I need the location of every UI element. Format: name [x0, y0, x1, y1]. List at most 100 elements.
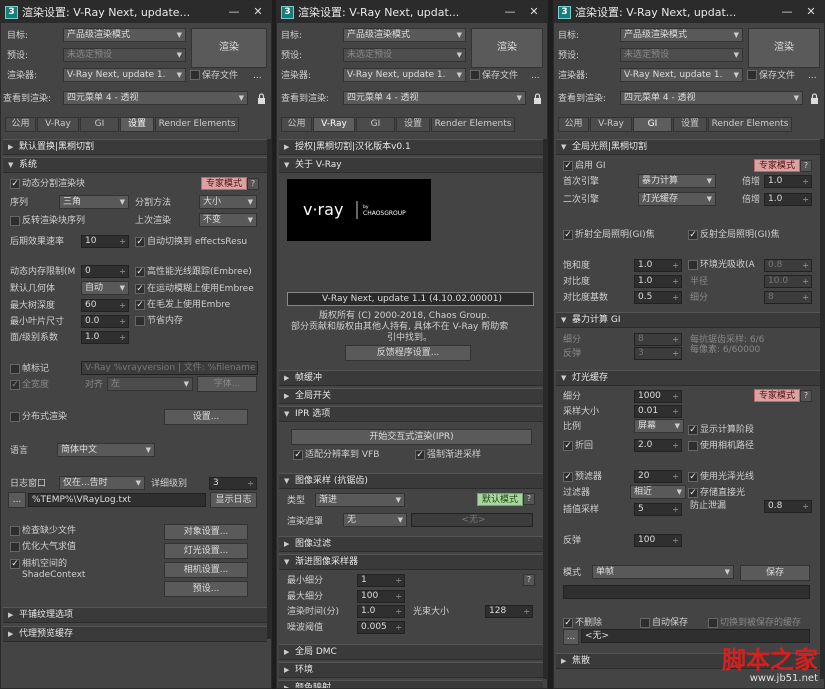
- tab-render-elements[interactable]: Render Elements: [155, 117, 239, 132]
- language-dropdown[interactable]: 简体中文: [57, 443, 155, 457]
- section-system[interactable]: ▼ 系统: [3, 157, 267, 173]
- sample-size-spinner[interactable]: 0.01: [634, 405, 682, 418]
- tab-common[interactable]: 公用: [5, 117, 36, 132]
- section-light-cache[interactable]: ▼ 灯光缓存: [556, 370, 820, 386]
- contrast-spinner[interactable]: 1.0: [634, 275, 682, 288]
- save-button[interactable]: 保存: [740, 565, 810, 581]
- tab-settings[interactable]: 设置: [120, 117, 154, 132]
- object-settings-button[interactable]: 对象设置...: [164, 524, 248, 540]
- default-geometry-dropdown[interactable]: 自动: [81, 281, 129, 295]
- high-perf-raytrace-checkbox[interactable]: ✓: [135, 267, 145, 277]
- ambient-occlusion-checkbox[interactable]: [688, 260, 698, 270]
- section-license[interactable]: ▶ 授权|黑桐切割|汉化版本v0.1: [279, 139, 543, 155]
- post-effects-spinner[interactable]: 10: [81, 235, 129, 248]
- renderer-dropdown[interactable]: V-Ray Next, update 1.: [63, 68, 186, 82]
- show-calc-phase-checkbox[interactable]: ✓: [688, 425, 698, 435]
- preset-dropdown[interactable]: 未选定预设: [620, 48, 743, 62]
- section-ipr-options[interactable]: ▼ IPR 选项: [279, 406, 543, 422]
- align-dropdown[interactable]: 左: [107, 377, 193, 391]
- prefilter-checkbox[interactable]: ✓: [563, 472, 573, 482]
- noise-threshold-spinner[interactable]: 0.005: [357, 621, 405, 634]
- radius-spinner[interactable]: 10.0: [764, 275, 812, 288]
- fit-vfb-checkbox[interactable]: ✓: [293, 450, 303, 460]
- render-button[interactable]: 渲染: [191, 28, 267, 68]
- scrollbar[interactable]: [820, 139, 824, 679]
- tab-gi[interactable]: GI: [356, 117, 395, 132]
- start-ipr-button[interactable]: 开始交互式渲染(IPR): [291, 429, 532, 445]
- render-button[interactable]: 渲染: [471, 28, 543, 68]
- save-file-checkbox[interactable]: [747, 70, 757, 80]
- view-dropdown[interactable]: 四元菜单 4 - 透视: [63, 91, 248, 105]
- feedback-settings-button[interactable]: 反馈程序设置...: [345, 345, 471, 361]
- close-icon[interactable]: ✕: [800, 3, 822, 20]
- save-file-checkbox[interactable]: [470, 70, 480, 80]
- save-file-browse[interactable]: ...: [253, 70, 262, 82]
- scrollbar[interactable]: [267, 139, 271, 639]
- section-global-illumination[interactable]: ▼ 全局光照|黑桐切割: [556, 139, 820, 155]
- tab-common[interactable]: 公用: [281, 117, 312, 132]
- ao-subdivs-spinner[interactable]: 8: [764, 291, 812, 304]
- secondary-multiplier-spinner[interactable]: 1.0: [764, 193, 812, 206]
- prefilter-spinner[interactable]: 20: [634, 470, 682, 483]
- lc-bounces-spinner[interactable]: 100: [634, 534, 682, 547]
- frame-stamp-text[interactable]: V-Ray %vrayversion | 文件: %filename: [81, 361, 258, 375]
- scale-dropdown[interactable]: 屏幕: [634, 419, 684, 433]
- camera-settings-button[interactable]: 相机设置...: [164, 562, 248, 578]
- help-icon[interactable]: ?: [800, 160, 812, 172]
- preset-dropdown[interactable]: 未选定预设: [63, 48, 186, 62]
- store-direct-light-checkbox[interactable]: ✓: [688, 488, 698, 498]
- auto-switch-checkbox[interactable]: ✓: [135, 237, 145, 247]
- max-subdivs-spinner[interactable]: 100: [357, 590, 405, 603]
- save-memory-checkbox[interactable]: [135, 316, 145, 326]
- help-icon[interactable]: ?: [523, 493, 535, 505]
- tab-render-elements[interactable]: Render Elements: [431, 117, 515, 132]
- camera-space-checkbox[interactable]: ✓: [10, 559, 20, 569]
- dynamic-split-checkbox[interactable]: ✓: [10, 179, 20, 189]
- interp-samples-spinner[interactable]: 5: [634, 503, 682, 516]
- section-global-switches[interactable]: ▶ 全局开关: [279, 388, 543, 404]
- switch-saved-checkbox[interactable]: [708, 618, 718, 628]
- minimize-icon[interactable]: —: [499, 3, 521, 20]
- leak-prevention-spinner[interactable]: 0.8: [764, 500, 812, 513]
- section-about-vray[interactable]: ▼ 关于 V-Ray: [279, 157, 543, 173]
- render-mask-dropdown[interactable]: 无: [343, 513, 407, 527]
- tab-gi[interactable]: GI: [633, 117, 672, 132]
- tab-common[interactable]: 公用: [558, 117, 589, 132]
- log-browse-button[interactable]: ...: [8, 492, 26, 508]
- section-progressive-sampler[interactable]: ▼ 渐进图像采样器: [279, 554, 543, 570]
- expert-mode-badge[interactable]: 专家模式: [754, 159, 801, 172]
- lc-subdivs-spinner[interactable]: 1000: [634, 390, 682, 403]
- log-window-dropdown[interactable]: 仅在...告时: [59, 476, 145, 490]
- hair-embree-checkbox[interactable]: ✓: [135, 300, 145, 310]
- contrast-base-spinner[interactable]: 0.5: [634, 291, 682, 304]
- face-level-spinner[interactable]: 1.0: [81, 331, 129, 344]
- reverse-sequence-checkbox[interactable]: [10, 216, 20, 226]
- ambient-occlusion-spinner[interactable]: 0.8: [764, 259, 812, 272]
- retrace-checkbox[interactable]: ✓: [563, 441, 573, 451]
- sampler-type-dropdown[interactable]: 渐进: [315, 493, 405, 507]
- renderer-dropdown[interactable]: V-Ray Next, update 1.: [343, 68, 466, 82]
- check-missing-checkbox[interactable]: [10, 526, 20, 536]
- tab-render-elements[interactable]: Render Elements: [708, 117, 792, 132]
- save-file-browse[interactable]: ...: [531, 70, 540, 82]
- primary-engine-dropdown[interactable]: 暴力计算: [638, 174, 716, 188]
- bf-bounces-spinner[interactable]: 3: [634, 347, 682, 360]
- tab-vray[interactable]: V-Ray: [590, 117, 632, 132]
- light-settings-button[interactable]: 灯光设置...: [164, 543, 248, 559]
- cache-browse-button[interactable]: ...: [563, 629, 579, 645]
- enable-gi-checkbox[interactable]: ✓: [563, 161, 573, 171]
- lock-icon[interactable]: [257, 93, 266, 104]
- view-dropdown[interactable]: 四元菜单 4 - 透视: [620, 91, 803, 105]
- secondary-engine-dropdown[interactable]: 灯光缓存: [638, 192, 716, 206]
- full-width-checkbox[interactable]: ✓: [10, 380, 20, 390]
- font-button[interactable]: 字体...: [197, 376, 257, 392]
- help-icon[interactable]: ?: [800, 390, 812, 402]
- bundle-size-spinner[interactable]: 128: [485, 605, 533, 618]
- render-mask-object[interactable]: <无>: [411, 513, 533, 527]
- tab-settings[interactable]: 设置: [673, 117, 707, 132]
- render-button[interactable]: 渲染: [748, 28, 820, 68]
- bf-subdivs-spinner[interactable]: 8: [634, 333, 682, 346]
- tab-vray[interactable]: V-Ray: [37, 117, 79, 132]
- motion-blur-embree-checkbox[interactable]: ✓: [135, 284, 145, 294]
- filter-dropdown[interactable]: 相近: [630, 485, 686, 499]
